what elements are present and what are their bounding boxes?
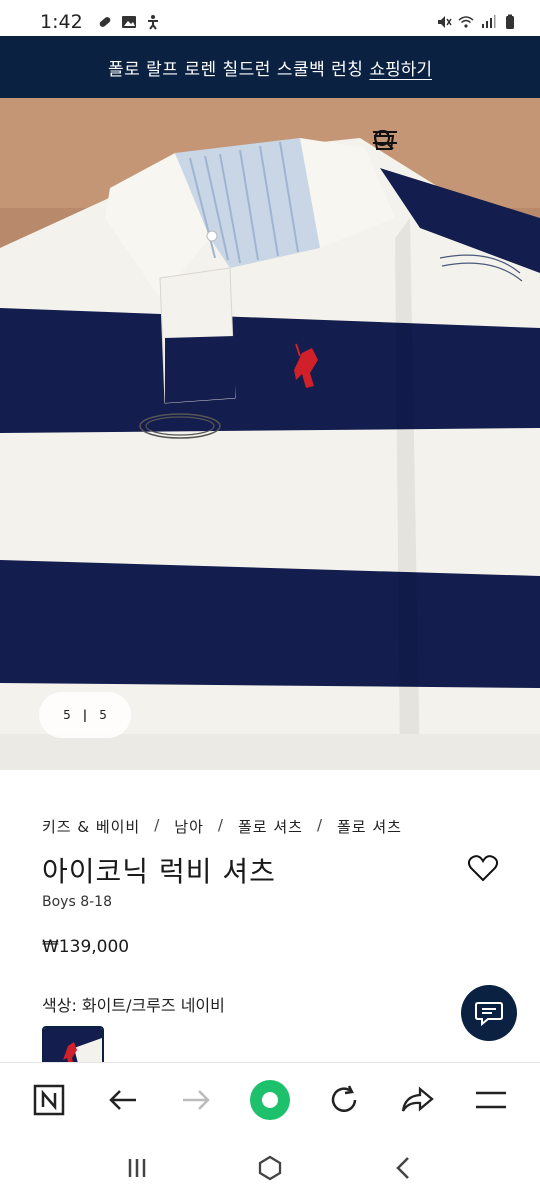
wifi-icon (458, 16, 474, 28)
system-back-button[interactable] (381, 1146, 425, 1190)
promo-shop-link[interactable]: 쇼핑하기 (369, 55, 432, 80)
recent-apps-icon (128, 1159, 145, 1177)
rugby-shirt-illustration (0, 98, 540, 770)
share-button[interactable] (395, 1078, 439, 1122)
image-counter-current: 5 (63, 708, 71, 722)
menu-button[interactable] (373, 128, 518, 158)
menu-icon (373, 131, 397, 144)
mute-icon (438, 16, 452, 28)
home-icon (258, 1155, 282, 1181)
breadcrumb-separator: / (154, 816, 161, 834)
color-label: 색상: 화이트/크루즈 네이비 (42, 996, 225, 1015)
breadcrumb-separator: / (316, 816, 323, 834)
image-counter-total: 5 (99, 708, 107, 722)
system-nav-bar (0, 1136, 540, 1200)
wishlist-button[interactable] (467, 852, 499, 884)
breadcrumb-item-polo-shirts[interactable]: 폴로 셔츠 (238, 816, 303, 837)
chat-button[interactable] (461, 985, 517, 1041)
pill-icon (99, 17, 110, 27)
chat-bubble-icon (475, 1002, 503, 1027)
status-time: 1:42 (40, 11, 83, 33)
green-home-icon (249, 1079, 290, 1120)
breadcrumb: 키즈 & 베이비 / 남아 / 폴로 셔츠 / 폴로 셔츠 (42, 816, 402, 837)
browser-toolbar (0, 1062, 540, 1136)
image-counter: 5 | 5 (39, 692, 131, 738)
breadcrumb-item-kids[interactable]: 키즈 & 베이비 (42, 816, 140, 837)
accessibility-icon (147, 15, 158, 30)
promo-text: 폴로 랄프 로렌 칠드런 스쿨백 런칭 (107, 59, 364, 80)
promo-banner: 폴로 랄프 로렌 칠드런 스쿨백 런칭 쇼핑하기 (0, 36, 540, 98)
forward-button[interactable] (174, 1078, 218, 1122)
share-icon (402, 1086, 435, 1112)
hamburger-icon (476, 1091, 507, 1108)
refresh-icon (331, 1084, 356, 1112)
image-counter-separator: | (82, 708, 88, 722)
cart-button[interactable] (373, 128, 460, 158)
breadcrumb-separator: / (217, 816, 224, 834)
back-icon (396, 1157, 410, 1179)
browser-menu-button[interactable] (469, 1078, 513, 1122)
product-hero-image[interactable]: 5 | 5 (0, 98, 540, 770)
naver-n-icon (33, 1084, 65, 1115)
back-arrow-icon (108, 1089, 136, 1110)
heart-icon (467, 855, 499, 882)
signal-icon (482, 15, 496, 28)
battery-icon (506, 14, 514, 29)
breadcrumb-item-boys[interactable]: 남아 (174, 816, 204, 837)
recent-apps-button[interactable] (115, 1146, 159, 1190)
product-size-range: Boys 8-18 (42, 894, 112, 910)
image-icon (121, 16, 136, 28)
naver-button[interactable] (27, 1078, 71, 1122)
product-price: ₩139,000 (42, 937, 130, 957)
forward-arrow-icon (183, 1089, 211, 1110)
refresh-button[interactable] (322, 1078, 366, 1122)
product-title: 아이코닉 럭비 셔츠 (42, 855, 276, 888)
home-button[interactable] (248, 1146, 292, 1190)
breadcrumb-item-polo-shirts-current[interactable]: 폴로 셔츠 (337, 816, 402, 837)
home-green-button[interactable] (248, 1078, 292, 1122)
back-button[interactable] (101, 1078, 145, 1122)
